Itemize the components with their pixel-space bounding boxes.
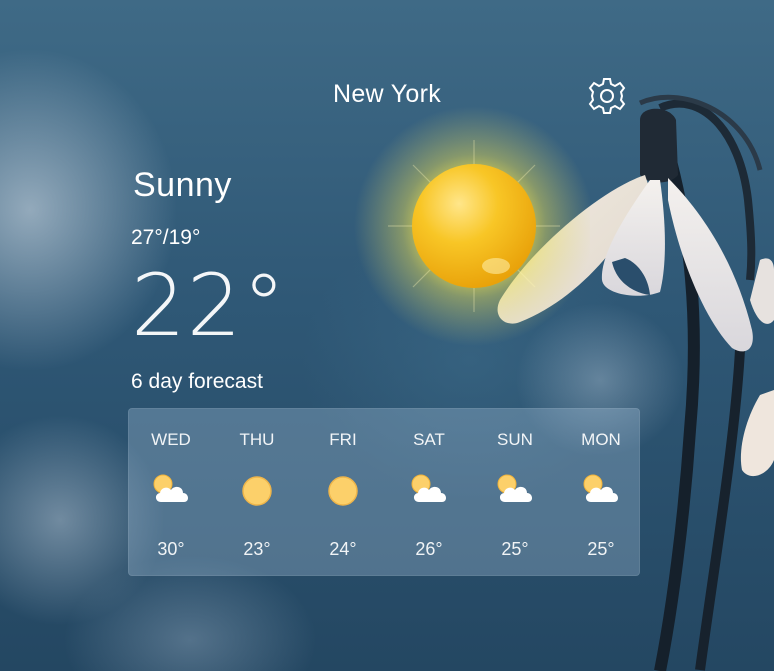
day-name: SUN (497, 430, 533, 449)
forecast-day-fri[interactable]: FRI 24° (300, 408, 386, 576)
day-temperature: 24° (329, 539, 357, 559)
day-temperature: 23° (243, 539, 271, 559)
day-name: WED (151, 430, 191, 449)
gear-icon[interactable] (587, 76, 627, 116)
forecast-panel: WED 30° THU 23° FRI 24° SAT 26° SUN 25° … (128, 408, 640, 576)
city-name[interactable]: New York (0, 80, 774, 109)
day-temperature: 25° (587, 539, 615, 559)
high-low-temperature: 27°/19° (131, 226, 201, 249)
partly-cloudy-icon (153, 474, 189, 502)
partly-cloudy-icon (411, 474, 447, 502)
day-name: MON (581, 430, 621, 449)
partly-cloudy-icon (497, 474, 533, 502)
day-temperature: 25° (501, 539, 529, 559)
forecast-day-sat[interactable]: SAT 26° (386, 408, 472, 576)
sun-icon (242, 476, 272, 506)
day-name: SAT (413, 430, 445, 449)
partly-cloudy-icon (583, 474, 619, 502)
day-name: THU (239, 430, 275, 449)
forecast-day-wed[interactable]: WED 30° (128, 408, 214, 576)
day-temperature: 30° (157, 539, 185, 559)
forecast-day-thu[interactable]: THU 23° (214, 408, 300, 576)
forecast-day-mon[interactable]: MON 25° (558, 408, 644, 576)
forecast-day-sun[interactable]: SUN 25° (472, 408, 558, 576)
day-temperature: 26° (415, 539, 443, 559)
sun-icon (328, 476, 358, 506)
current-condition: Sunny (133, 166, 232, 204)
forecast-title: 6 day forecast (131, 370, 263, 393)
sun-icon (354, 106, 590, 346)
current-temperature: 22° (131, 256, 287, 356)
day-name: FRI (329, 430, 357, 449)
